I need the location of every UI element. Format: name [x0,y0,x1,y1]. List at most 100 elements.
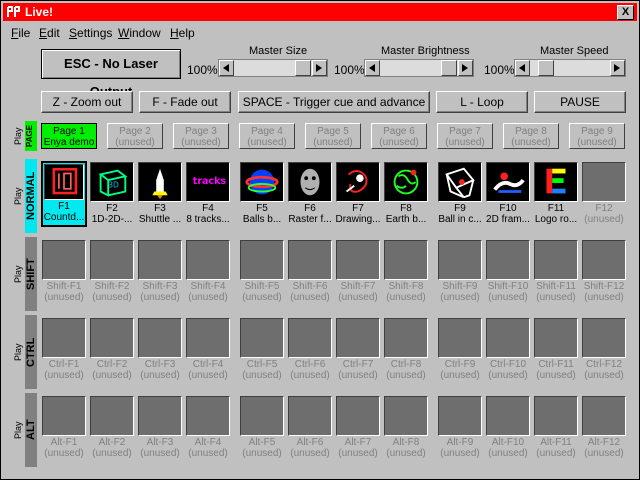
cue-ctrl-f10[interactable]: Ctrl-F10 (unused) [485,317,531,383]
master-brightness-left-arrow[interactable] [365,60,380,76]
master-size-left-arrow[interactable] [219,60,234,76]
cue-ctrl-f4[interactable]: Ctrl-F4 (unused) [185,317,231,383]
cue-normal-f7[interactable]: F7 Drawing... [335,161,381,227]
cue-caption: F11 Logo ro... [533,203,579,225]
cue-ctrl-f2[interactable]: Ctrl-F2 (unused) [89,317,135,383]
cue-shift-f12[interactable]: Shift-F12 (unused) [581,239,627,305]
cue-caption: Ctrl-F5 (unused) [239,359,285,381]
cue-shift-f9[interactable]: Shift-F9 (unused) [437,239,483,305]
cue-alt-f8[interactable]: Alt-F8 (unused) [383,395,429,461]
cue-normal-f4[interactable]: tracks F4 8 tracks... [185,161,231,227]
cue-alt-f3[interactable]: Alt-F3 (unused) [137,395,183,461]
cue-alt-f10[interactable]: Alt-F10 (unused) [485,395,531,461]
cue-ctrl-f7[interactable]: Ctrl-F7 (unused) [335,317,381,383]
cue-normal-f11[interactable]: F11 Logo ro... [533,161,579,227]
cue-normal-f10[interactable]: F10 2D fram... [485,161,531,227]
cue-shift-f11[interactable]: Shift-F11 (unused) [533,239,579,305]
cue-shift-f5[interactable]: Shift-F5 (unused) [239,239,285,305]
master-size-slider[interactable] [218,59,328,77]
cue-shift-f10[interactable]: Shift-F10 (unused) [485,239,531,305]
cue-shift-f7[interactable]: Shift-F7 (unused) [335,239,381,305]
cue-key-label: Ctrl-F7 [342,359,374,370]
cue-normal-f2[interactable]: 3D F2 1D-2D-... [89,161,135,227]
trigger-cue-advance-button[interactable]: SPACE - Trigger cue and advance [238,91,430,113]
cue-shift-f8[interactable]: Shift-F8 (unused) [383,239,429,305]
cue-shift-f6[interactable]: Shift-F6 (unused) [287,239,333,305]
page-button-4[interactable]: Page 4 (unused) [239,123,295,149]
cue-ctrl-f11[interactable]: Ctrl-F11 (unused) [533,317,579,383]
cue-alt-f7[interactable]: Alt-F7 (unused) [335,395,381,461]
page-button-subtitle: Enya demo [43,137,95,148]
cue-shift-f4[interactable]: Shift-F4 (unused) [185,239,231,305]
loop-button[interactable]: L - Loop [436,91,528,113]
cue-key-label: Shift-F8 [388,281,424,292]
cue-thumbnail [486,162,530,202]
master-brightness-right-arrow[interactable] [458,60,473,76]
cue-thumbnail [486,318,530,358]
menu-file[interactable]: File [11,26,30,40]
master-size-right-arrow[interactable] [312,60,327,76]
fade-out-button[interactable]: F - Fade out [139,91,231,113]
svg-text:tracks: tracks [193,176,227,187]
cue-ctrl-f6[interactable]: Ctrl-F6 (unused) [287,317,333,383]
esc-no-laser-output-button[interactable]: ESC - No Laser Output [41,49,181,99]
cue-thumbnail [44,164,84,200]
zoom-out-button[interactable]: Z - Zoom out [41,91,133,113]
master-size-thumb[interactable] [295,60,311,76]
window-title: Live! [25,5,54,19]
page-button-1[interactable]: Page 1 Enya demo [41,123,97,149]
master-speed-slider[interactable] [514,59,626,77]
cue-alt-f2[interactable]: Alt-F2 (unused) [89,395,135,461]
cue-ctrl-f1[interactable]: Ctrl-F1 (unused) [41,317,87,383]
master-brightness-slider[interactable] [364,59,474,77]
menu-window[interactable]: Window [118,26,161,40]
cue-shift-f3[interactable]: Shift-F3 (unused) [137,239,183,305]
title-bar[interactable]: Live! X [3,3,637,21]
cue-alt-f12[interactable]: Alt-F12 (unused) [581,395,627,461]
cue-ctrl-f9[interactable]: Ctrl-F9 (unused) [437,317,483,383]
cue-alt-f11[interactable]: Alt-F11 (unused) [533,395,579,461]
cue-normal-f6[interactable]: F6 Raster f... [287,161,333,227]
cue-normal-f3[interactable]: F3 Shuttle ... [137,161,183,227]
cue-normal-f5[interactable]: F5 Balls b... [239,161,285,227]
cue-alt-f9[interactable]: Alt-F9 (unused) [437,395,483,461]
menu-help[interactable]: Help [170,26,195,40]
menu-settings[interactable]: Settings [69,26,112,40]
shift-row-label: Play SHIFT [11,237,37,311]
page-button-5[interactable]: Page 5 (unused) [305,123,361,149]
master-speed-thumb[interactable] [538,60,554,76]
cue-key-label: Shift-F6 [292,281,328,292]
page-button-2[interactable]: Page 2 (unused) [107,123,163,149]
cue-ctrl-f3[interactable]: Ctrl-F3 (unused) [137,317,183,383]
master-speed-right-arrow[interactable] [610,60,625,76]
cue-thumbnail [336,318,380,358]
cue-alt-f6[interactable]: Alt-F6 (unused) [287,395,333,461]
menu-edit[interactable]: Edit [39,26,60,40]
page-button-6[interactable]: Page 6 (unused) [371,123,427,149]
master-speed-left-arrow[interactable] [515,60,530,76]
page-button-9[interactable]: Page 9 (unused) [569,123,625,149]
cue-ctrl-f8[interactable]: Ctrl-F8 (unused) [383,317,429,383]
cue-key-label: F1 [58,201,70,212]
cue-normal-f8[interactable]: F8 Earth b... [383,161,429,227]
page-button-subtitle: (unused) [247,137,287,148]
cue-ctrl-f12[interactable]: Ctrl-F12 (unused) [581,317,627,383]
cue-normal-f9[interactable]: F9 Ball in c... [437,161,483,227]
page-button-7[interactable]: Page 7 (unused) [437,123,493,149]
pause-button[interactable]: PAUSE [534,91,626,113]
cue-ctrl-f5[interactable]: Ctrl-F5 (unused) [239,317,285,383]
master-brightness-thumb[interactable] [441,60,457,76]
cue-alt-f1[interactable]: Alt-F1 (unused) [41,395,87,461]
cue-alt-f4[interactable]: Alt-F4 (unused) [185,395,231,461]
cue-key-label: Shift-F11 [536,281,576,292]
close-button[interactable]: X [617,5,634,20]
cue-normal-f12[interactable]: F12 (unused) [581,161,627,227]
page-button-3[interactable]: Page 3 (unused) [173,123,229,149]
cue-alt-f5[interactable]: Alt-F5 (unused) [239,395,285,461]
cue-shift-f1[interactable]: Shift-F1 (unused) [41,239,87,305]
cue-normal-f1[interactable]: F1 Countd... [41,161,87,227]
page-button-8[interactable]: Page 8 (unused) [503,123,559,149]
cue-key-label: Alt-F12 [587,437,621,448]
cue-shift-f2[interactable]: Shift-F2 (unused) [89,239,135,305]
cue-key-label: Shift-F7 [340,281,376,292]
